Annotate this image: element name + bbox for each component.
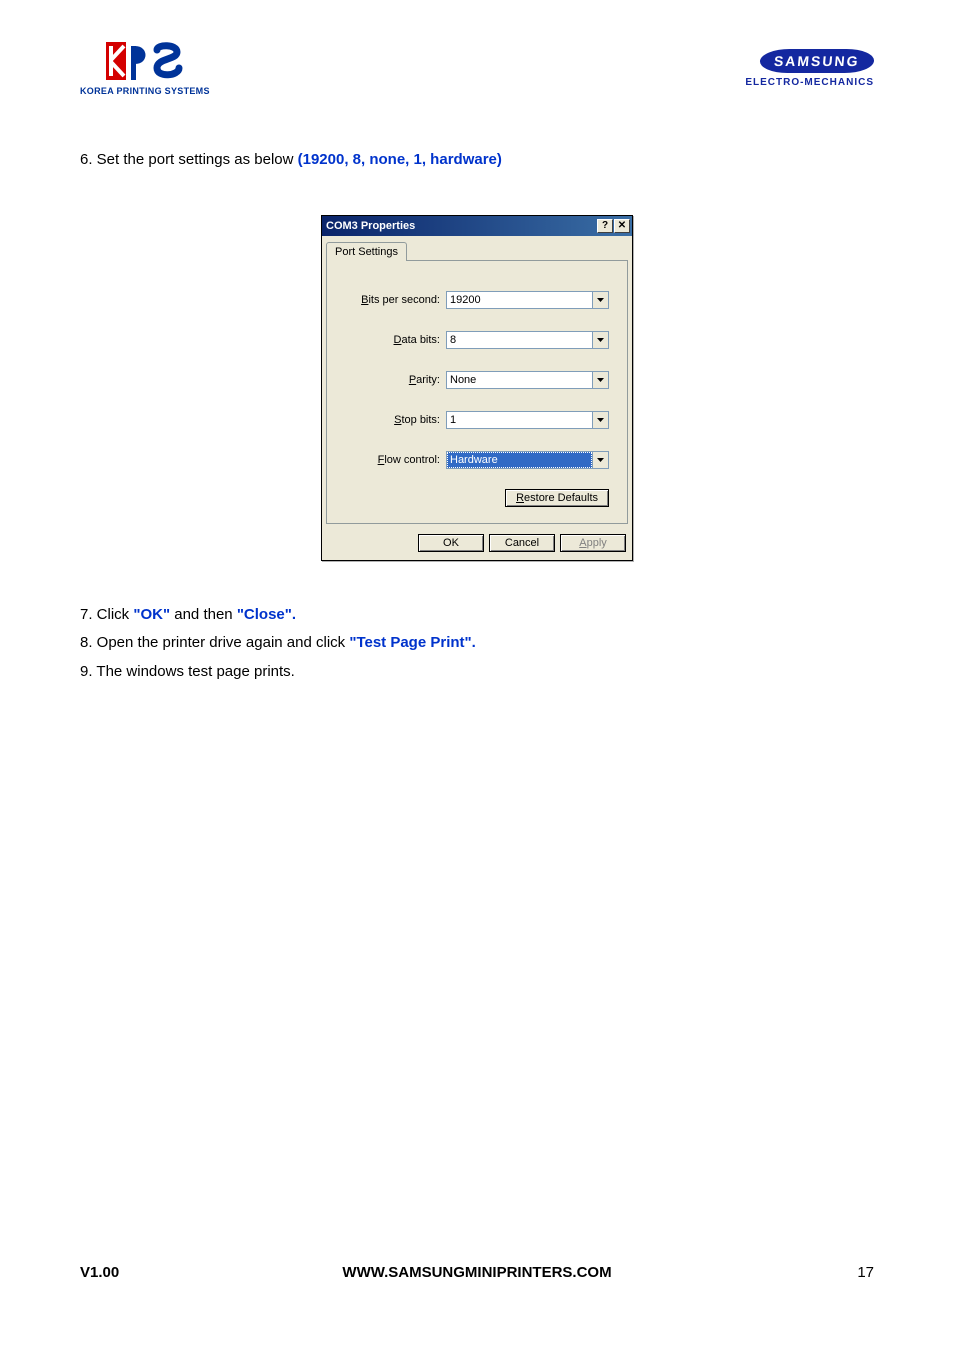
help-button[interactable]: ? bbox=[597, 219, 613, 233]
chevron-down-icon[interactable] bbox=[592, 332, 608, 348]
kps-logo-text: KOREA PRINTING SYSTEMS bbox=[80, 86, 210, 96]
step-9: 9. The windows test page prints. bbox=[80, 658, 874, 687]
parity-label: Parity: bbox=[345, 374, 446, 386]
com-properties-dialog: COM3 Properties ? ✕ Port Settings Bits p… bbox=[321, 215, 633, 561]
apply-button[interactable]: Apply bbox=[560, 534, 626, 552]
dialog-title: COM3 Properties bbox=[326, 220, 415, 232]
kps-logo: KOREA PRINTING SYSTEMS bbox=[80, 40, 210, 96]
bits-per-second-value: 19200 bbox=[447, 292, 592, 308]
chevron-down-icon[interactable] bbox=[592, 372, 608, 388]
data-bits-select[interactable]: 8 bbox=[446, 331, 609, 349]
restore-defaults-button[interactable]: Restore Defaults bbox=[505, 489, 609, 507]
stop-bits-label: Stop bits: bbox=[345, 414, 446, 426]
chevron-down-icon[interactable] bbox=[592, 452, 608, 468]
footer-url: WWW.SAMSUNGMINIPRINTERS.COM bbox=[342, 1264, 611, 1281]
samsung-wordmark: SAMSUNG bbox=[759, 49, 875, 73]
step-8: 8. Open the printer drive again and clic… bbox=[80, 629, 874, 658]
page-footer: V1.00 WWW.SAMSUNGMINIPRINTERS.COM 17 bbox=[80, 1264, 874, 1281]
step-6: 6. Set the port settings as below (19200… bbox=[80, 146, 874, 175]
footer-version: V1.00 bbox=[80, 1264, 119, 1281]
bits-per-second-label: Bits per second: bbox=[345, 294, 446, 306]
step-6-text: 6. Set the port settings as below bbox=[80, 151, 298, 168]
flow-control-value: Hardware bbox=[447, 452, 592, 468]
tab-port-settings[interactable]: Port Settings bbox=[326, 242, 407, 261]
page-header: KOREA PRINTING SYSTEMS SAMSUNG ELECTRO-M… bbox=[80, 40, 874, 96]
step-7: 7. Click "OK" and then "Close". bbox=[80, 601, 874, 630]
data-bits-value: 8 bbox=[447, 332, 592, 348]
data-bits-label: Data bits: bbox=[345, 334, 446, 346]
samsung-logo: SAMSUNG ELECTRO-MECHANICS bbox=[745, 49, 874, 88]
footer-page-number: 17 bbox=[857, 1264, 874, 1281]
flow-control-select[interactable]: Hardware bbox=[446, 451, 609, 469]
chevron-down-icon[interactable] bbox=[592, 412, 608, 428]
samsung-subtext: ELECTRO-MECHANICS bbox=[745, 77, 874, 88]
step-6-params: (19200, 8, none, 1, hardware) bbox=[298, 151, 502, 168]
dialog-titlebar[interactable]: COM3 Properties ? ✕ bbox=[322, 216, 632, 236]
parity-select[interactable]: None bbox=[446, 371, 609, 389]
flow-control-label: Flow control: bbox=[345, 454, 446, 466]
close-button[interactable]: ✕ bbox=[614, 219, 630, 233]
ok-button[interactable]: OK bbox=[418, 534, 484, 552]
step-8-test-page: "Test Page Print". bbox=[349, 634, 475, 651]
stop-bits-value: 1 bbox=[447, 412, 592, 428]
stop-bits-select[interactable]: 1 bbox=[446, 411, 609, 429]
bits-per-second-select[interactable]: 19200 bbox=[446, 291, 609, 309]
step-7-close: "Close". bbox=[237, 606, 296, 623]
chevron-down-icon[interactable] bbox=[592, 292, 608, 308]
step-7-ok: "OK" bbox=[133, 606, 170, 623]
cancel-button[interactable]: Cancel bbox=[489, 534, 555, 552]
port-settings-panel: Bits per second: 19200 Data bits: 8 Pari… bbox=[326, 260, 628, 524]
parity-value: None bbox=[447, 372, 592, 388]
